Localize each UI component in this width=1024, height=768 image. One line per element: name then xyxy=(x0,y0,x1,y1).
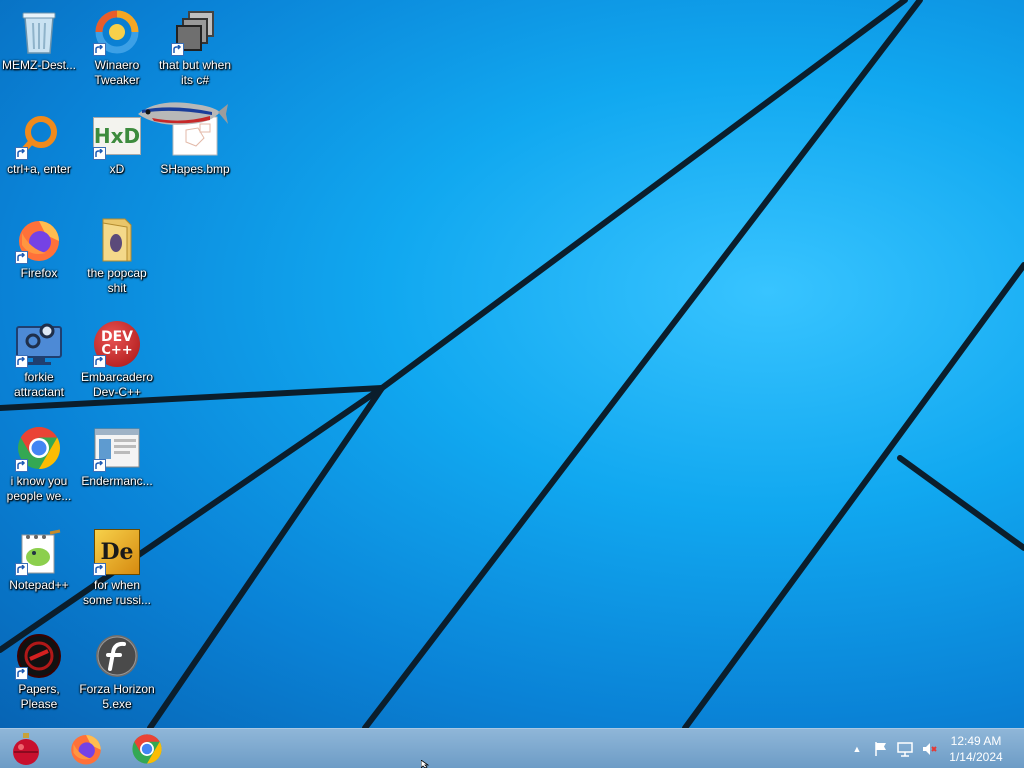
desktop-icon-forza-horizon-5[interactable]: Forza Horizon 5.exe xyxy=(78,632,156,712)
folder-icon xyxy=(102,218,132,262)
shortcut-arrow-icon xyxy=(93,43,106,56)
shortcut-arrow-icon xyxy=(93,459,106,472)
desktop-icon-label: that but when its c# xyxy=(158,58,232,87)
fish-icon xyxy=(138,102,228,125)
desktop-icon-firefox[interactable]: Firefox xyxy=(0,216,78,281)
start-button[interactable] xyxy=(4,731,48,767)
shortcut-arrow-icon xyxy=(15,355,28,368)
chevron-up-icon: ▲ xyxy=(852,744,862,754)
desktop-icon-label: Winaero Tweaker xyxy=(94,58,140,87)
desktop-icon-that-but-when-its-csharp[interactable]: that but when its c# xyxy=(156,8,234,88)
shortcut-arrow-icon xyxy=(171,43,184,56)
desktop-icon-label: SHapes.bmp xyxy=(160,162,230,176)
desktop-icon-label: the popcap shit xyxy=(87,266,147,295)
desktop-icon-label: ctrl+a, enter xyxy=(7,162,71,176)
desktop-icon-winaero-tweaker[interactable]: Winaero Tweaker xyxy=(78,8,156,88)
desktop-icon-i-know-you-people[interactable]: i know you people we... xyxy=(0,424,78,504)
shortcut-arrow-icon xyxy=(93,355,106,368)
desktop[interactable]: MEMZ-Dest... Winaero Tweaker that but wh… xyxy=(0,0,1024,728)
desktop-icon-label: Firefox xyxy=(20,266,58,280)
desktop-icon-popcap-folder[interactable]: the popcap shit xyxy=(78,216,156,296)
tray-action-center-button[interactable] xyxy=(873,741,889,757)
shortcut-arrow-icon xyxy=(93,147,106,160)
desktop-icon-label: forkie attractant xyxy=(13,370,65,399)
desktop-icon-label: MEMZ-Dest... xyxy=(2,58,76,72)
shortcut-arrow-icon xyxy=(15,563,28,576)
flash-player-icon xyxy=(96,635,138,677)
desktop-icon-notepad-plus-plus[interactable]: Notepad++ xyxy=(0,528,78,593)
desktop-icon-label: xD xyxy=(109,162,125,176)
volume-muted-icon xyxy=(923,743,937,755)
recycle-bin-icon xyxy=(22,12,56,54)
desktop-icon-endermanch[interactable]: Endermanc... xyxy=(78,424,156,489)
shortcut-arrow-icon xyxy=(15,667,28,680)
taskbar-chrome-button[interactable] xyxy=(125,731,169,767)
taskbar-firefox-button[interactable] xyxy=(64,731,108,767)
network-icon xyxy=(897,742,913,757)
desktop-icon-label: Embarcadero Dev-C++ xyxy=(80,370,154,399)
desktop-icon-for-when-some-russi[interactable]: De for when some russi... xyxy=(78,528,156,608)
desktop-icon-memz[interactable]: MEMZ-Dest... xyxy=(0,8,78,73)
show-hidden-icons-button[interactable]: ▲ xyxy=(849,741,865,757)
desktop-icon-dev-cpp[interactable]: DEV C++ Embarcadero Dev-C++ xyxy=(78,320,156,400)
firefox-icon xyxy=(71,734,101,765)
shortcut-arrow-icon xyxy=(15,251,28,264)
desktop-icon-label: Endermanc... xyxy=(81,474,153,488)
shortcut-arrow-icon xyxy=(15,147,28,160)
action-center-flag-icon xyxy=(875,742,886,756)
clock-time: 12:49 AM xyxy=(950,734,1002,748)
taskbar-clock[interactable]: 12:49 AM 1/14/2024 xyxy=(946,733,1006,765)
desktop-icon-ctrl-a-enter[interactable]: ctrl+a, enter xyxy=(0,112,78,177)
chrome-icon xyxy=(132,734,162,764)
desktop-icon-label: i know you people we... xyxy=(6,474,72,503)
shortcut-arrow-icon xyxy=(93,563,106,576)
desktop-icon-label: Forza Horizon 5.exe xyxy=(79,682,155,711)
tray-volume-button[interactable] xyxy=(921,741,937,757)
shortcut-arrow-icon xyxy=(15,459,28,472)
desktop-icon-label: for when some russi... xyxy=(82,578,151,607)
desktop-icon-forkie-attractant[interactable]: forkie attractant xyxy=(0,320,78,400)
mouse-cursor-icon xyxy=(421,760,430,768)
desktop-icon-label: Notepad++ xyxy=(9,578,69,592)
taskbar: ▲ 12:49 AM 1/14/2024 xyxy=(0,728,1024,768)
desktop-icon-papers-please[interactable]: Papers, Please xyxy=(0,632,78,712)
desktop-icon-label: Papers, Please xyxy=(18,682,60,711)
clock-date: 1/14/2024 xyxy=(949,750,1003,764)
tray-network-button[interactable] xyxy=(897,741,913,757)
christmas-ornament-icon xyxy=(13,733,39,765)
